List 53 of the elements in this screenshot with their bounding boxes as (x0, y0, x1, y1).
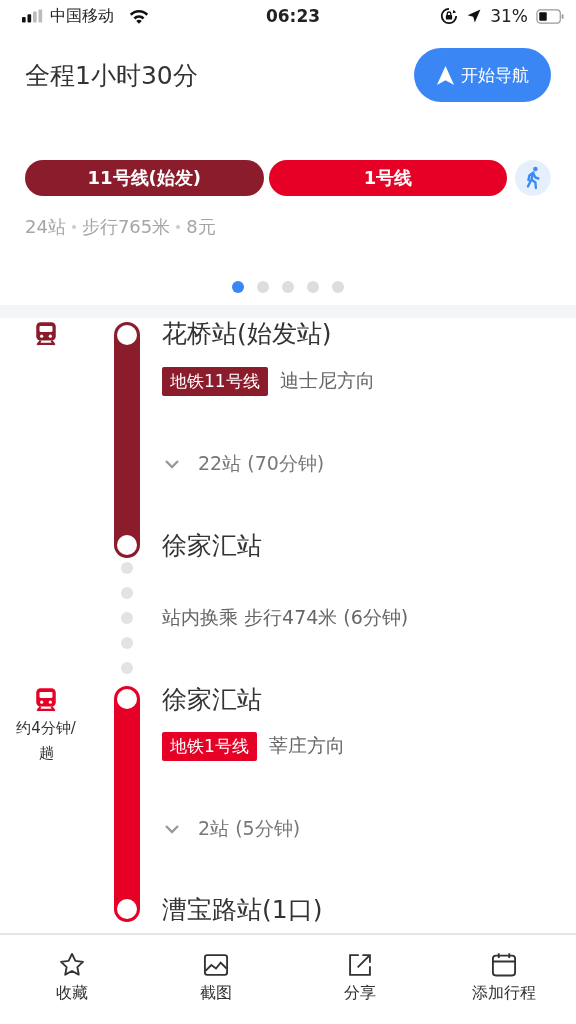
stops-expander[interactable]: 22站 (70分钟) (162, 444, 325, 484)
carrier-name: 中国移动 (50, 5, 114, 27)
stops-expander[interactable]: 2站 (5分钟) (162, 809, 301, 849)
summary-text: 24站 (25, 215, 66, 239)
line-tag: 地铁11号线 (162, 366, 268, 396)
location-arrow-icon (466, 8, 483, 24)
station-node (117, 325, 137, 345)
image-icon (202, 951, 230, 979)
walk-dot (121, 637, 133, 649)
direction-text: 迪士尼方向 (279, 368, 375, 393)
page-indicator-dot[interactable] (332, 281, 344, 293)
page-indicator-dot[interactable] (257, 281, 269, 293)
walk-dot (121, 562, 133, 574)
battery-icon (536, 8, 564, 24)
rotation-lock-icon (440, 7, 459, 25)
share-icon (346, 951, 374, 979)
line-chip: 1号线 (268, 160, 508, 196)
signal-icon (22, 9, 44, 23)
start-navigation-button[interactable]: 开始导航 (414, 48, 551, 102)
station-name: 漕宝路站(1口) (162, 894, 323, 926)
battery-percent: 31% (490, 6, 528, 26)
summary-text: 步行765米 (81, 215, 171, 239)
toolbar-button[interactable]: 收藏 (56, 935, 88, 1024)
page-indicator-dot[interactable] (232, 281, 244, 293)
summary-text: 8元 (186, 215, 216, 239)
direction-text: 莘庄方向 (268, 733, 345, 758)
walk-dot (121, 662, 133, 674)
navigation-arrow-icon (436, 64, 455, 86)
frequency-text: 约4分钟/趟 (15, 718, 77, 764)
walking-icon (515, 160, 551, 196)
page-indicator-dot[interactable] (307, 281, 319, 293)
line-chip: 11号线(始发) (25, 160, 264, 196)
toolbar-button[interactable]: 分享 (344, 935, 376, 1024)
toolbar-button[interactable]: 截图 (200, 935, 232, 1024)
star-icon (58, 951, 86, 979)
station-node (117, 535, 137, 555)
clock-time: 06:23 (265, 6, 321, 26)
transfer-text: 站内换乘 步行474米 (6分钟) (162, 605, 410, 630)
station-node (117, 899, 137, 919)
station-name: 花桥站(始发站) (162, 318, 332, 350)
calendar-icon (490, 951, 518, 979)
wifi-icon (128, 7, 150, 25)
walk-dot (121, 612, 133, 624)
page-indicator-dot[interactable] (282, 281, 294, 293)
separator-dot (71, 225, 76, 229)
line-tag: 地铁1号线 (162, 731, 257, 761)
separator-dot (176, 225, 181, 229)
route-duration: 全程1小时30分 (25, 59, 198, 92)
station-name: 徐家汇站 (162, 684, 262, 716)
toolbar-button[interactable]: 添加行程 (472, 935, 536, 1024)
station-node (117, 689, 137, 709)
walk-dot (121, 587, 133, 599)
station-name: 徐家汇站 (162, 530, 262, 562)
